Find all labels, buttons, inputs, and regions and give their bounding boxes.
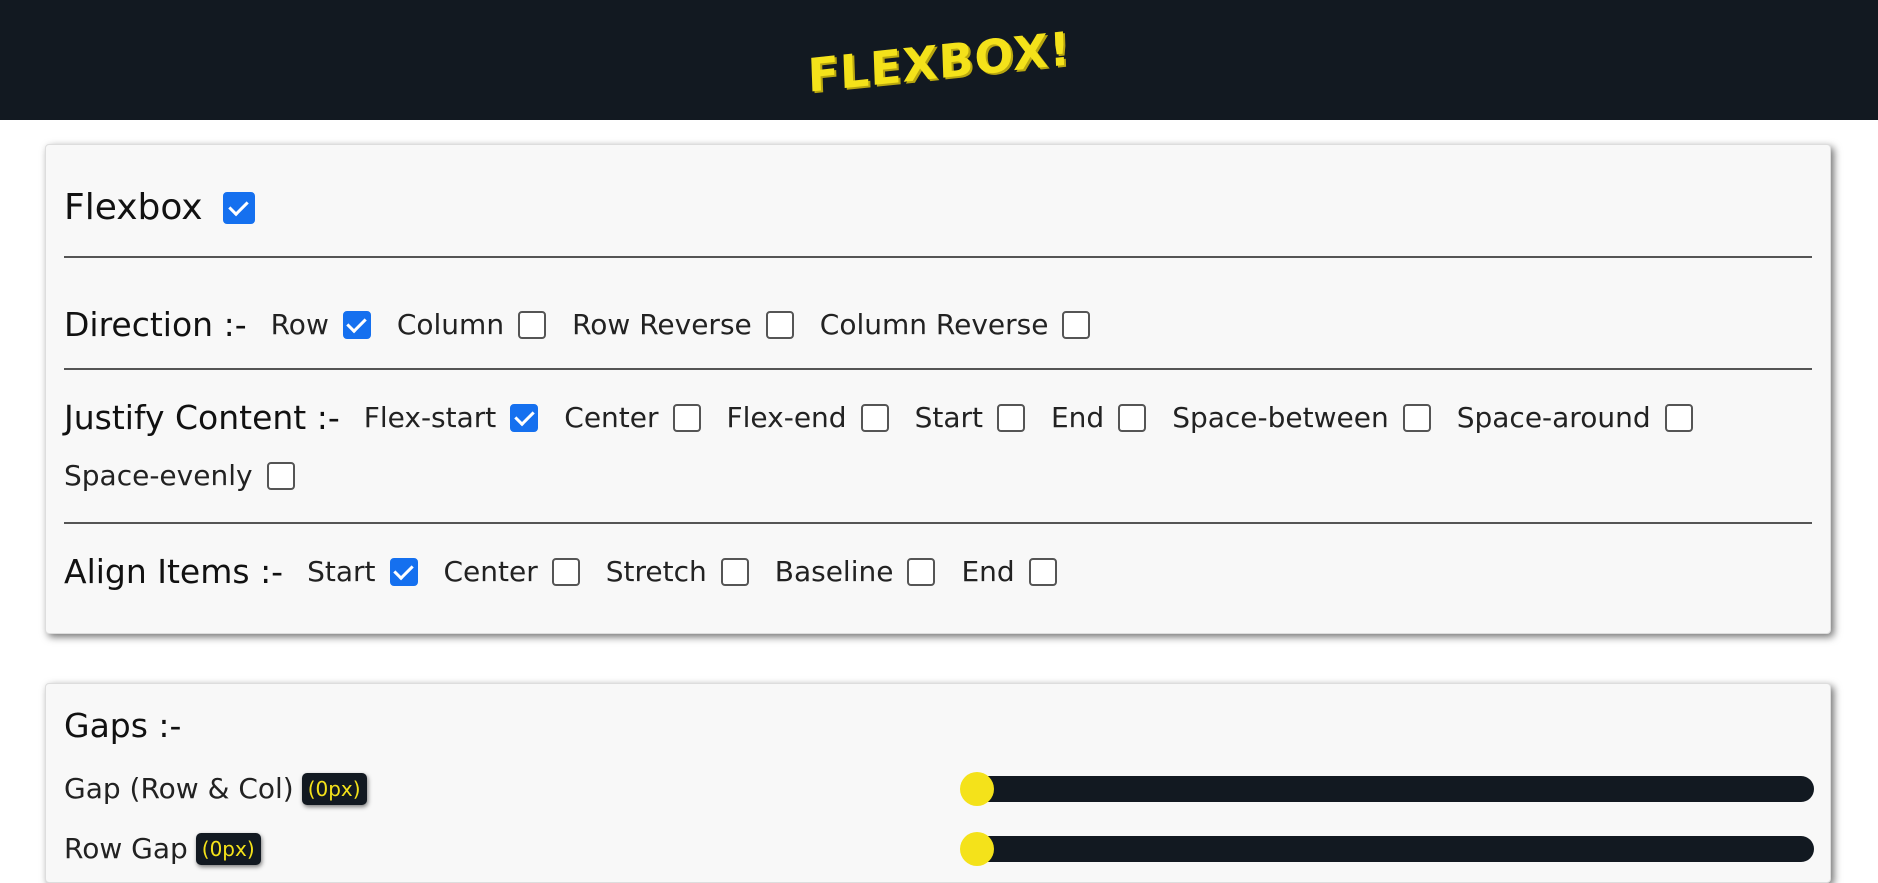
gap-slider[interactable]	[960, 772, 1814, 806]
direction-option-column-reverse[interactable]: Column Reverse	[820, 308, 1091, 341]
justify-option-space-around[interactable]: Space-around	[1457, 401, 1693, 434]
align-end-checkbox[interactable]	[1028, 557, 1057, 586]
justify-start-checkbox[interactable]	[996, 403, 1025, 432]
justify-option-center[interactable]: Center	[564, 401, 701, 434]
direction-option-column[interactable]: Column	[397, 308, 547, 341]
flexbox-heading: Flexbox	[64, 187, 203, 228]
justify-option-start[interactable]: Start	[915, 401, 1025, 434]
direction-row-checkbox[interactable]	[342, 310, 371, 339]
row-gap-label: Row Gap	[64, 832, 188, 865]
align-option-start[interactable]: Start	[307, 555, 418, 588]
gap-row: Gap (Row & Col) (0px)	[64, 772, 924, 805]
direction-option-row[interactable]: Row	[271, 308, 371, 341]
justify-center-checkbox[interactable]	[672, 403, 701, 432]
justify-row: Justify Content :- Flex-start Center Fle…	[64, 398, 1812, 492]
align-center-checkbox[interactable]	[551, 557, 580, 586]
flexbox-settings-card: Flexbox Direction :- Row Column Row Reve…	[45, 144, 1831, 634]
app-logo: FLEXBOX!	[806, 21, 1072, 103]
align-option-end[interactable]: End	[961, 555, 1057, 588]
justify-option-end[interactable]: End	[1051, 401, 1147, 434]
justify-space-evenly-checkbox[interactable]	[266, 461, 295, 490]
justify-flex-start-checkbox[interactable]	[510, 403, 539, 432]
gap-value-badge: (0px)	[301, 772, 367, 805]
align-option-baseline[interactable]: Baseline	[775, 555, 936, 588]
align-option-center[interactable]: Center	[444, 555, 580, 588]
row-gap-slider[interactable]	[960, 832, 1814, 866]
justify-option-flex-end[interactable]: Flex-end	[727, 401, 889, 434]
direction-column-checkbox[interactable]	[518, 310, 547, 339]
justify-option-flex-start[interactable]: Flex-start	[364, 401, 539, 434]
align-start-checkbox[interactable]	[389, 557, 418, 586]
divider	[64, 256, 1812, 258]
row-gap-slider-thumb[interactable]	[960, 832, 994, 866]
align-row: Align Items :- Start Center Stretch Base…	[64, 552, 1812, 591]
divider	[64, 522, 1812, 524]
direction-title: Direction :-	[64, 305, 247, 344]
flexbox-checkbox[interactable]	[222, 191, 255, 224]
direction-column-reverse-checkbox[interactable]	[1062, 310, 1091, 339]
gap-slider-thumb[interactable]	[960, 772, 994, 806]
gaps-title-row: Gaps :-	[64, 706, 1812, 745]
gaps-title: Gaps :-	[64, 706, 182, 745]
justify-end-checkbox[interactable]	[1118, 403, 1147, 432]
justify-title: Justify Content :-	[64, 398, 340, 437]
justify-option-space-between[interactable]: Space-between	[1172, 401, 1431, 434]
justify-flex-end-checkbox[interactable]	[860, 403, 889, 432]
divider	[64, 368, 1812, 370]
gap-label: Gap (Row & Col)	[64, 772, 294, 805]
direction-option-row-reverse[interactable]: Row Reverse	[572, 308, 794, 341]
align-title: Align Items :-	[64, 552, 284, 591]
justify-space-around-checkbox[interactable]	[1664, 403, 1693, 432]
gaps-card: Gaps :- Gap (Row & Col) (0px) Row Gap (0…	[45, 683, 1831, 883]
app-header: FLEXBOX!	[0, 0, 1878, 120]
direction-row: Direction :- Row Column Row Reverse Colu…	[64, 305, 1812, 344]
justify-option-space-evenly[interactable]: Space-evenly	[64, 459, 295, 492]
align-option-stretch[interactable]: Stretch	[606, 555, 749, 588]
align-stretch-checkbox[interactable]	[720, 557, 749, 586]
justify-space-between-checkbox[interactable]	[1402, 403, 1431, 432]
row-gap-value-badge: (0px)	[195, 832, 261, 865]
flexbox-toggle-row: Flexbox	[64, 187, 1812, 228]
row-gap-row: Row Gap (0px)	[64, 832, 924, 865]
direction-row-reverse-checkbox[interactable]	[765, 310, 794, 339]
align-baseline-checkbox[interactable]	[907, 557, 936, 586]
